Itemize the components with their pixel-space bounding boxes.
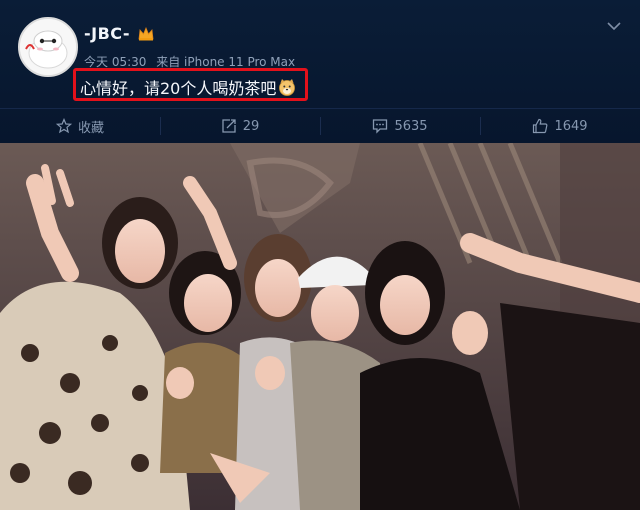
username[interactable]: -JBC- <box>84 24 130 43</box>
repost-icon <box>222 119 236 133</box>
post-text: 心情好，请20个人喝奶茶吧 <box>80 79 277 98</box>
comment-button[interactable]: 5635 <box>320 109 480 143</box>
post-source: 来自 iPhone 11 Pro Max <box>156 55 296 69</box>
post-header: -JBC- 今天 05:30 来自 iPhone 11 Pro Max 心情好，… <box>0 0 640 108</box>
post-photo[interactable] <box>0 143 640 510</box>
post-content: 心情好，请20个人喝奶茶吧 <box>80 75 296 99</box>
star-icon <box>55 118 72 134</box>
repost-count: 29 <box>242 118 260 134</box>
favorite-button[interactable]: 收藏 <box>0 109 160 143</box>
chevron-down-icon[interactable] <box>606 18 622 34</box>
weibo-post: -JBC- 今天 05:30 来自 iPhone 11 Pro Max 心情好，… <box>0 0 640 510</box>
group-photo-image <box>0 143 640 510</box>
crown-icon <box>138 26 154 41</box>
like-button[interactable]: 1649 <box>480 109 640 143</box>
doge-emoji-icon <box>278 78 296 96</box>
avatar[interactable] <box>18 17 78 77</box>
like-count: 1649 <box>554 118 588 134</box>
favorite-label: 收藏 <box>77 120 104 136</box>
comment-icon <box>373 119 388 134</box>
baymax-avatar-icon <box>20 19 76 75</box>
post-actions: 收藏 29 5635 1649 <box>0 108 640 143</box>
username-row: -JBC- <box>84 23 154 43</box>
repost-button[interactable]: 29 <box>160 109 320 143</box>
post-time: 今天 05:30 <box>84 55 147 69</box>
like-icon <box>533 118 548 134</box>
comment-count: 5635 <box>394 118 428 134</box>
